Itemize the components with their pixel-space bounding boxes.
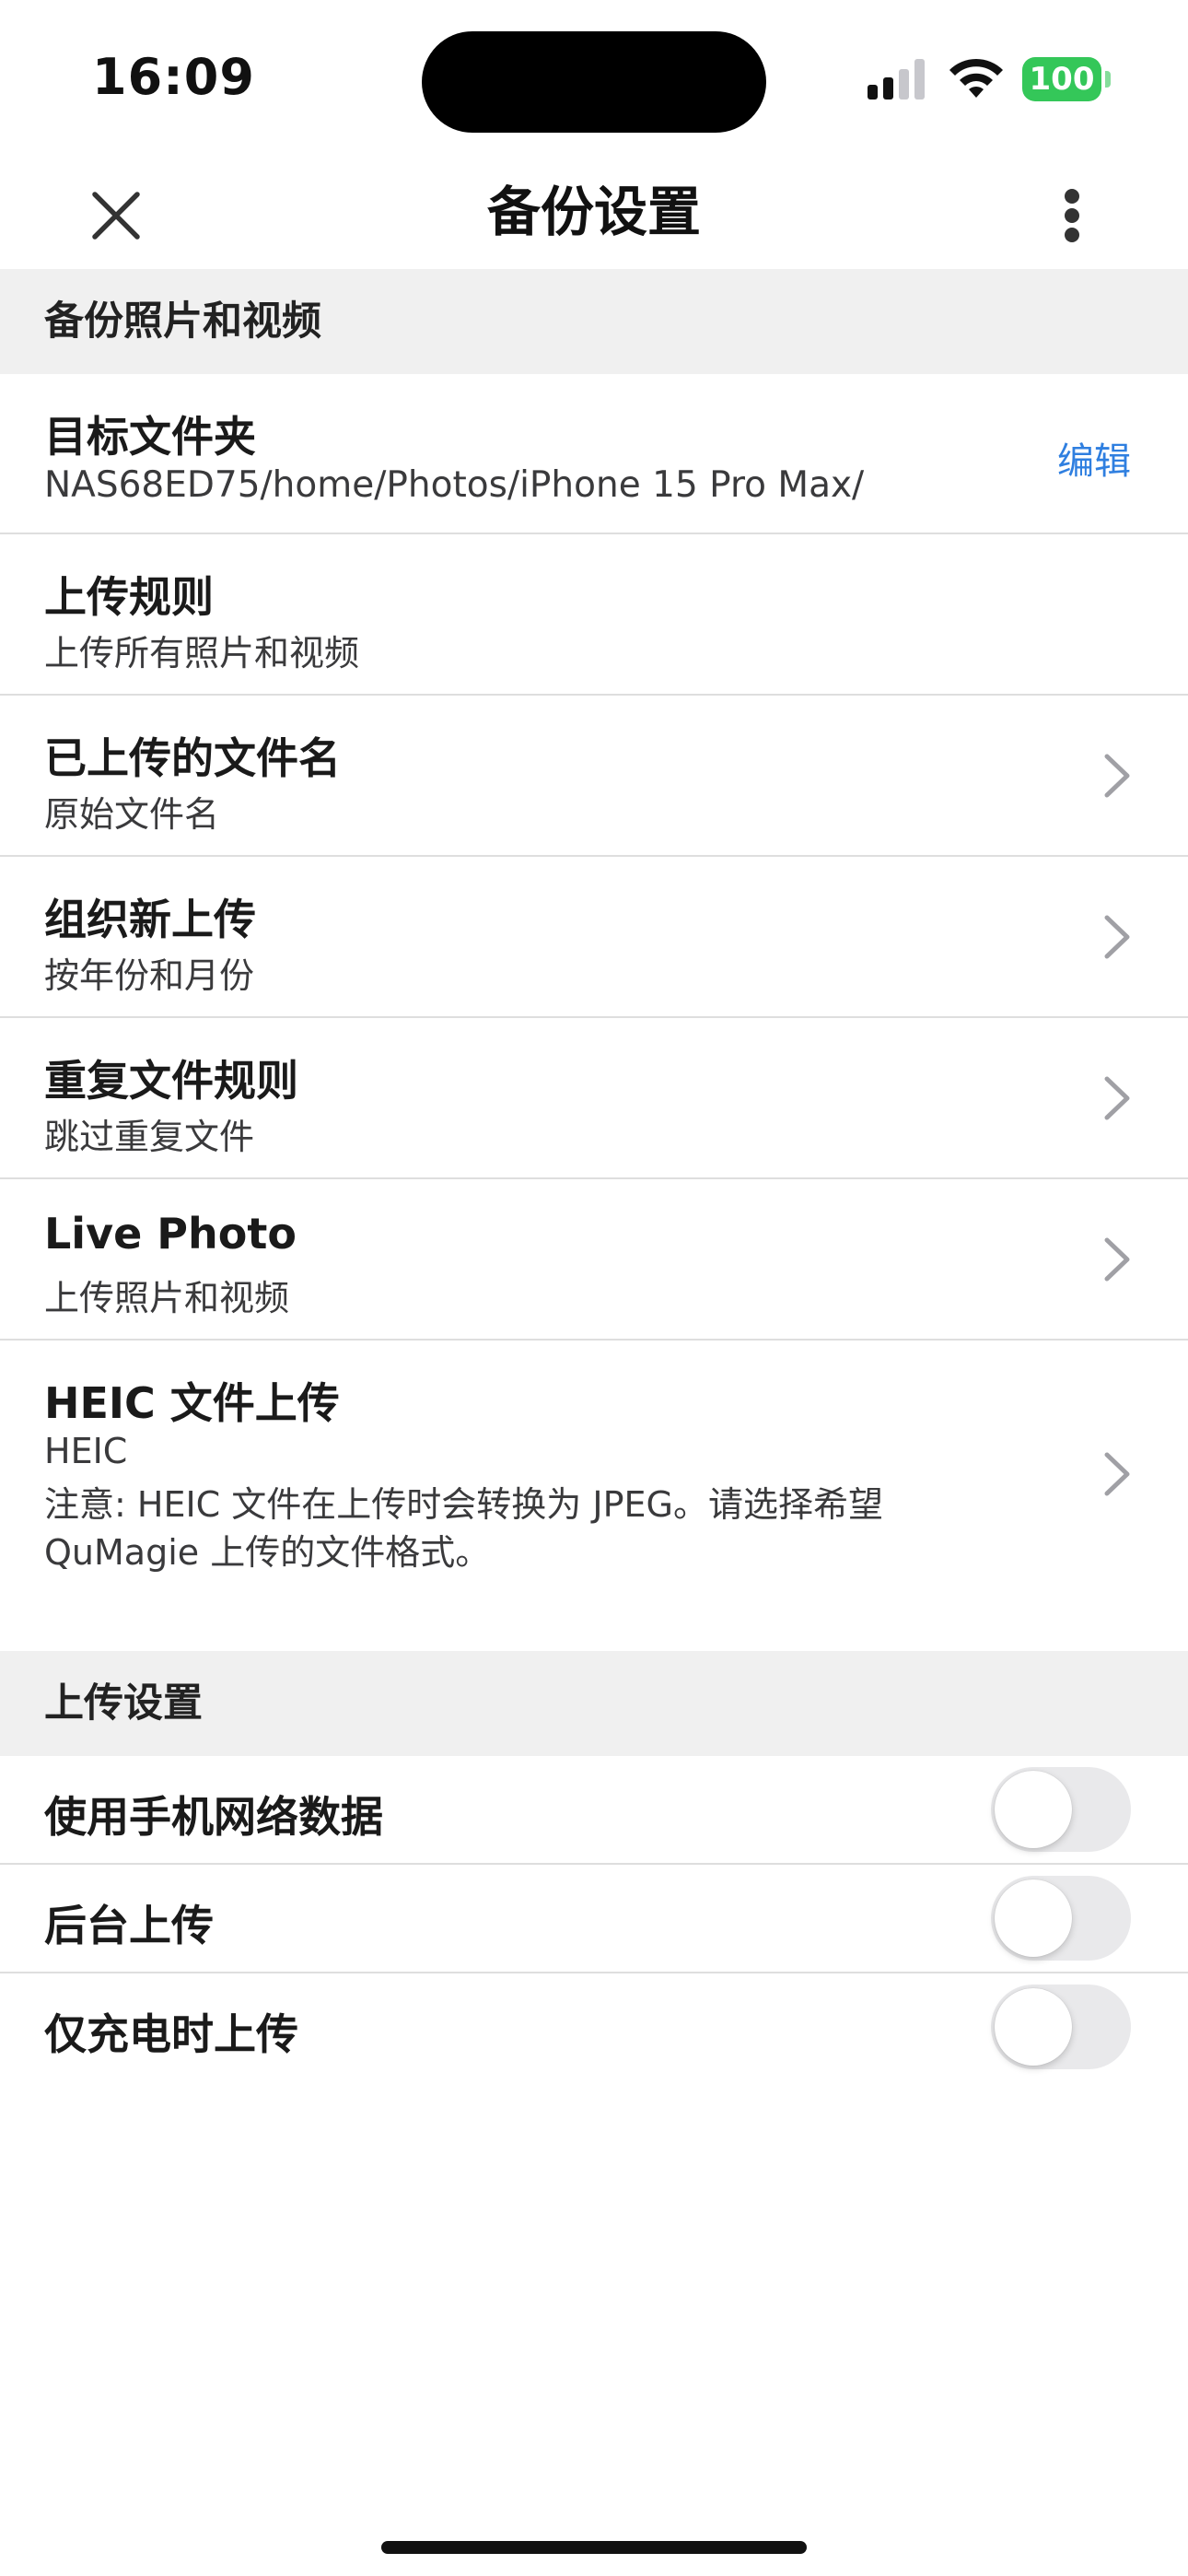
battery-icon: 100 <box>1022 57 1111 101</box>
row-duplicate-rule[interactable]: 重复文件规则 跳过重复文件 <box>0 1018 1188 1179</box>
navigation-bar: 备份设置 <box>0 157 1188 269</box>
status-time: 16:09 <box>92 48 255 106</box>
more-vertical-icon <box>1065 189 1079 242</box>
row-charging-only: 仅充电时上传 <box>0 1973 1188 2082</box>
chevron-right-icon <box>1104 1237 1130 1282</box>
row-title: Live Photo <box>44 1209 297 1259</box>
row-value: 跳过重复文件 <box>44 1117 255 1157</box>
row-target-folder: 目标文件夹 NAS68ED75/home/Photos/iPhone 15 Pr… <box>0 374 1188 534</box>
section-header-backup: 备份照片和视频 <box>0 269 1188 374</box>
row-title: 组织新上传 <box>44 895 256 944</box>
row-value: NAS68ED75/home/Photos/iPhone 15 Pro Max/ <box>44 464 865 506</box>
wifi-icon <box>949 58 1003 98</box>
cellular-signal-icon <box>868 59 926 100</box>
home-indicator[interactable] <box>381 2541 807 2554</box>
chevron-right-icon <box>1104 915 1130 959</box>
row-upload-rule[interactable]: 上传规则 上传所有照片和视频 <box>0 534 1188 696</box>
row-uploaded-filename[interactable]: 已上传的文件名 原始文件名 <box>0 696 1188 857</box>
row-title: 重复文件规则 <box>44 1056 298 1106</box>
chevron-right-icon <box>1104 754 1130 798</box>
row-value: 上传照片和视频 <box>44 1278 290 1318</box>
section-header-upload: 上传设置 <box>0 1651 1188 1756</box>
edit-folder-link[interactable]: 编辑 <box>1057 431 1131 485</box>
row-label: 后台上传 <box>44 1901 214 1950</box>
page-title: 备份设置 <box>486 181 701 243</box>
row-value: HEIC <box>44 1431 128 1471</box>
row-title: 已上传的文件名 <box>44 733 341 783</box>
screen: 16:09 100 备份设置 备份照片和视频 目标文件夹 NAS68ED75/h… <box>0 0 1188 2576</box>
toggle-knob <box>995 1879 1072 1957</box>
chevron-right-icon <box>1104 1452 1130 1496</box>
row-value: 上传所有照片和视频 <box>44 633 360 673</box>
heic-note: 注意: HEIC 文件在上传时会转换为 JPEG。请选择希望 QuMagie 上… <box>44 1484 883 1573</box>
battery-level: 100 <box>1022 57 1101 101</box>
row-organize-uploads[interactable]: 组织新上传 按年份和月份 <box>0 857 1188 1018</box>
row-live-photo[interactable]: Live Photo 上传照片和视频 <box>0 1179 1188 1341</box>
row-background-upload: 后台上传 <box>0 1865 1188 1973</box>
toggle-knob <box>995 1988 1072 2066</box>
toggle-knob <box>995 1771 1072 1848</box>
dynamic-island <box>422 31 766 133</box>
row-value: 原始文件名 <box>44 794 220 835</box>
more-options-button[interactable] <box>1035 179 1109 252</box>
chevron-right-icon <box>1104 1076 1130 1120</box>
row-title: 上传规则 <box>44 572 214 622</box>
status-bar: 16:09 100 <box>0 0 1188 157</box>
row-value: 按年份和月份 <box>44 955 255 996</box>
row-label: 仅充电时上传 <box>44 2009 298 2059</box>
row-heic-upload[interactable]: HEIC 文件上传 HEIC 注意: HEIC 文件在上传时会转换为 JPEG。… <box>0 1341 1188 1651</box>
row-title: 目标文件夹 <box>44 412 256 462</box>
use-cellular-toggle[interactable] <box>991 1767 1131 1852</box>
row-title: HEIC 文件上传 <box>44 1378 340 1428</box>
background-upload-toggle[interactable] <box>991 1876 1131 1961</box>
row-label: 使用手机网络数据 <box>44 1792 383 1842</box>
charging-only-toggle[interactable] <box>991 1985 1131 2069</box>
row-use-cellular: 使用手机网络数据 <box>0 1756 1188 1865</box>
